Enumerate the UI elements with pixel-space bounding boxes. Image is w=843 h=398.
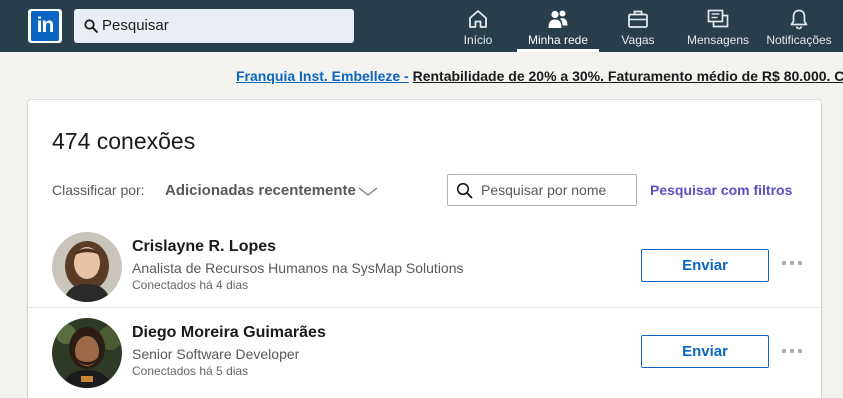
- ad-link[interactable]: Franquia Inst. Embelleze -: [236, 68, 409, 84]
- nav-item-messaging[interactable]: Mensagens: [682, 0, 754, 52]
- search-icon: [84, 19, 98, 33]
- connection-name[interactable]: Crislayne R. Lopes: [132, 238, 276, 256]
- nav-item-home[interactable]: Início: [450, 0, 506, 52]
- search-with-filters-link[interactable]: Pesquisar com filtros: [650, 182, 792, 198]
- nav-item-label: Início: [463, 33, 493, 47]
- connections-card: 474 conexões Classificar por: Adicionada…: [28, 100, 821, 398]
- connection-time: Conectados há 5 dias: [132, 364, 249, 378]
- nav-item-label: Minha rede: [527, 33, 589, 47]
- connections-count: 474 conexões: [52, 128, 196, 154]
- nav-item-my-network[interactable]: Minha rede: [517, 0, 599, 52]
- connection-name[interactable]: Diego Moreira Guimarães: [132, 324, 326, 342]
- home-icon: [469, 10, 487, 28]
- connection-row: Crislayne R. Lopes Analista de Recursos …: [28, 222, 821, 307]
- avatar[interactable]: [52, 232, 122, 302]
- nav-item-label: Notificações: [766, 33, 832, 47]
- send-message-button[interactable]: Enviar: [641, 249, 769, 282]
- sort-dropdown[interactable]: Adicionadas recentemente: [165, 182, 356, 199]
- briefcase-icon: [628, 10, 648, 28]
- nav-item-label: Vagas: [621, 33, 655, 47]
- search-icon: [456, 182, 473, 199]
- network-icon: [548, 10, 568, 28]
- name-search-box[interactable]: Pesquisar por nome: [447, 174, 637, 206]
- avatar[interactable]: [52, 318, 122, 388]
- nav-item-notifications[interactable]: Notificações: [760, 0, 838, 52]
- sponsored-ad-banner[interactable]: Franquia Inst. Embelleze - Rentabilidade…: [236, 66, 843, 86]
- connection-time: Conectados há 4 dias: [132, 278, 249, 292]
- chevron-down-icon[interactable]: [357, 186, 379, 198]
- messaging-icon: [707, 9, 729, 28]
- nav-item-jobs[interactable]: Vagas: [610, 0, 666, 52]
- bell-icon: [790, 9, 808, 30]
- global-search-box[interactable]: Pesquisar: [74, 9, 354, 43]
- ad-text[interactable]: Rentabilidade de 20% a 30%. Faturamento …: [413, 68, 843, 84]
- connection-row: Diego Moreira Guimarães Senior Software …: [28, 307, 821, 392]
- more-options-icon[interactable]: [782, 256, 808, 270]
- send-message-button[interactable]: Enviar: [641, 335, 769, 368]
- connection-headline: Analista de Recursos Humanos na SysMap S…: [132, 260, 464, 276]
- nav-item-label: Mensagens: [686, 33, 750, 47]
- top-navbar: in Pesquisar Início Minha rede Vagas Men…: [0, 0, 843, 52]
- sort-label: Classificar por:: [52, 182, 145, 198]
- global-search-input[interactable]: Pesquisar: [102, 9, 169, 43]
- more-options-icon[interactable]: [782, 344, 808, 358]
- linkedin-logo[interactable]: in: [28, 9, 62, 43]
- name-search-input[interactable]: Pesquisar por nome: [481, 175, 606, 205]
- connection-headline: Senior Software Developer: [132, 346, 300, 362]
